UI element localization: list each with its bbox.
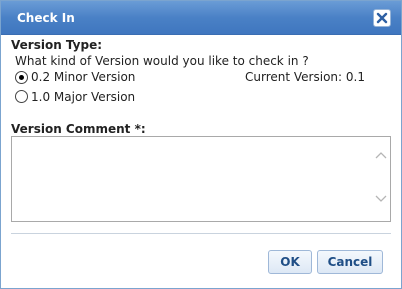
scroll-down-icon[interactable] xyxy=(375,195,387,203)
check-in-dialog: Check In Version Type: What kind of Vers… xyxy=(0,0,402,289)
radio-major-version[interactable] xyxy=(15,90,28,103)
version-comment-label: Version Comment *: xyxy=(11,122,146,136)
close-icon xyxy=(376,12,388,24)
version-question: What kind of Version would you like to c… xyxy=(15,54,309,68)
major-version-label[interactable]: 1.0 Major Version xyxy=(31,90,135,104)
radio-selected-dot xyxy=(19,75,24,80)
dialog-titlebar[interactable]: Check In xyxy=(1,1,401,35)
radio-minor-version[interactable] xyxy=(15,71,28,84)
footer-divider xyxy=(11,233,391,234)
dialog-title: Check In xyxy=(17,11,75,25)
close-button[interactable] xyxy=(373,9,391,27)
scroll-up-icon[interactable] xyxy=(375,151,387,159)
current-version-text: Current Version: 0.1 xyxy=(245,70,365,84)
ok-button[interactable]: OK xyxy=(268,250,312,274)
cancel-button[interactable]: Cancel xyxy=(317,250,383,274)
minor-version-label[interactable]: 0.2 Minor Version xyxy=(31,70,135,84)
version-type-label: Version Type: xyxy=(11,38,103,52)
version-comment-textarea[interactable] xyxy=(11,136,391,222)
